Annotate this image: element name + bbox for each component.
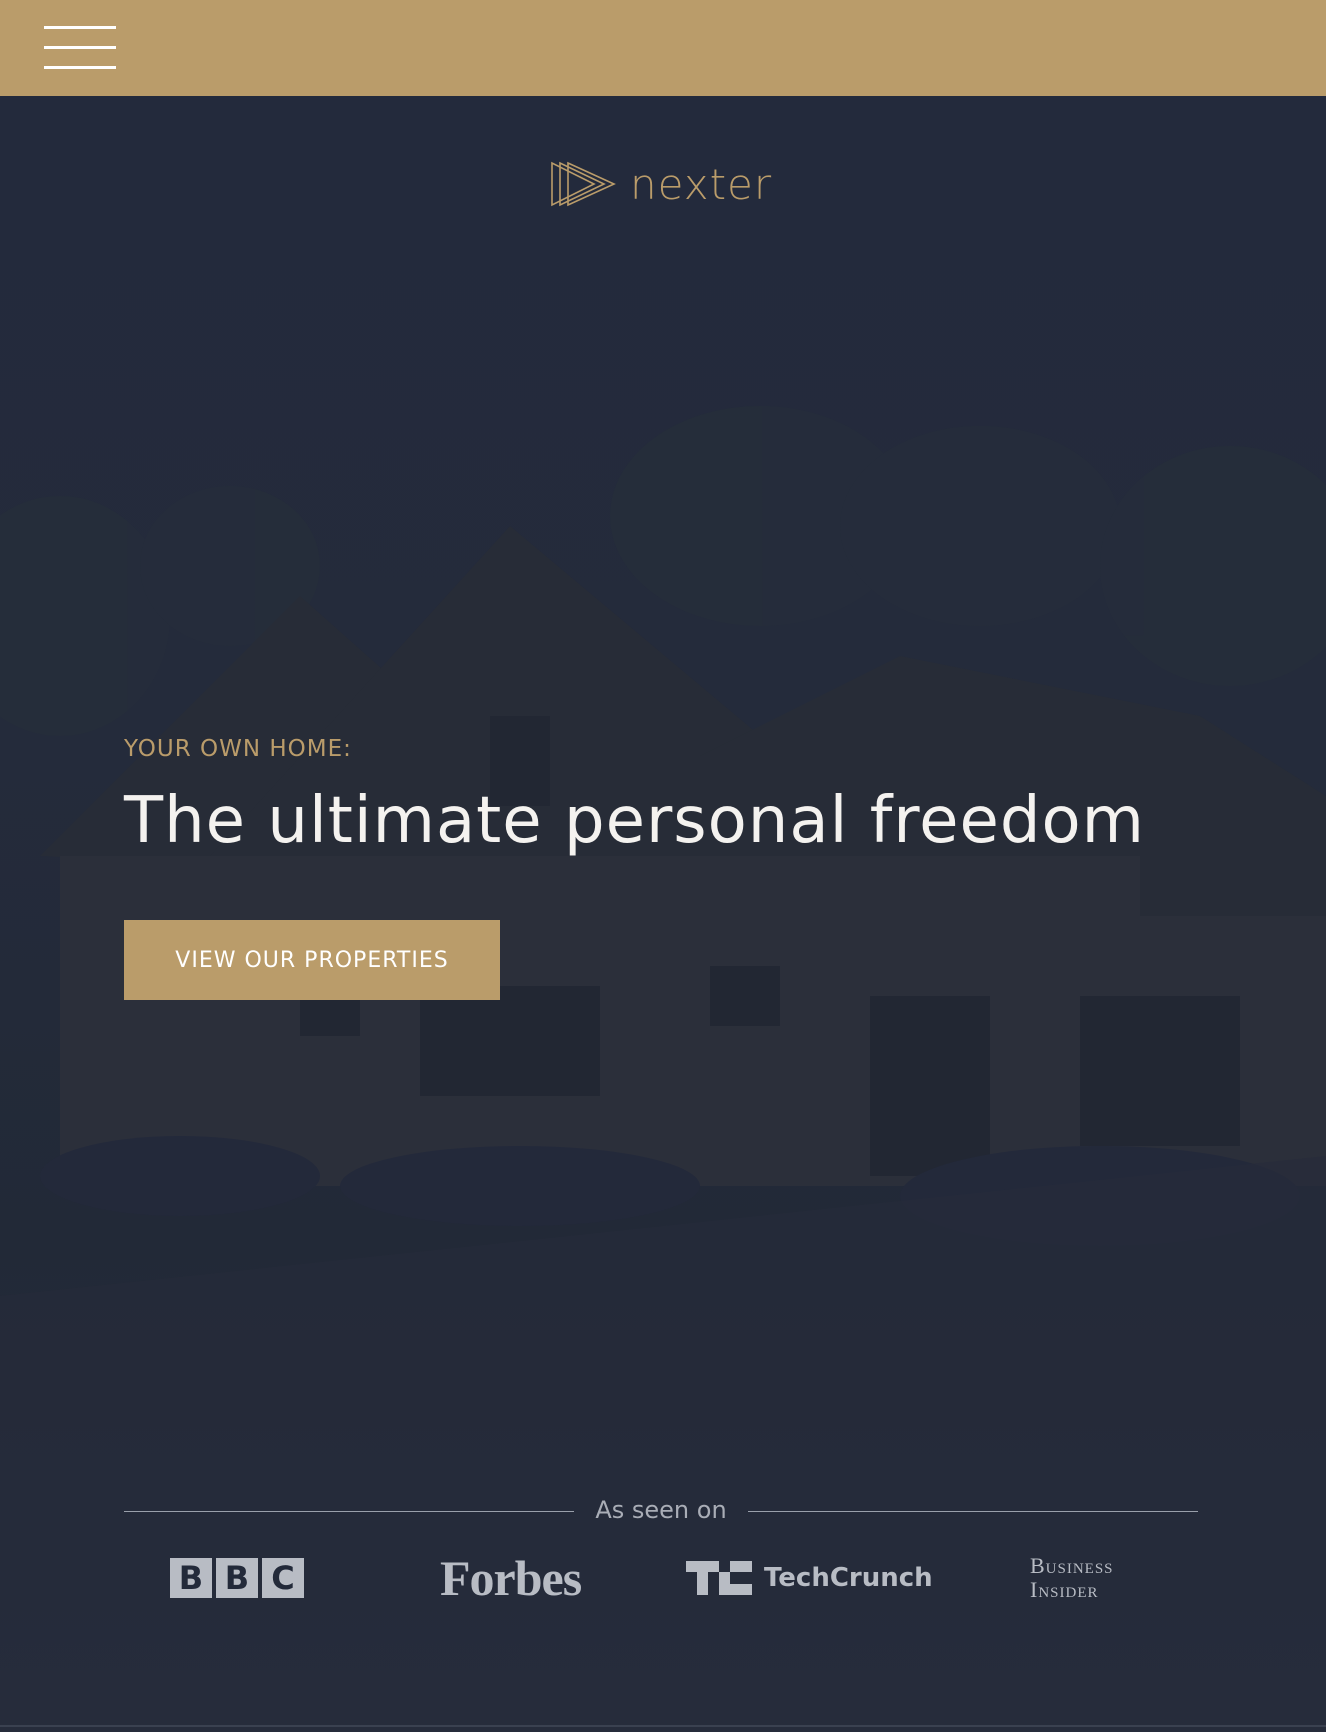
view-properties-button[interactable]: VIEW OUR PROPERTIES — [124, 920, 500, 1000]
menu-bar-line — [44, 26, 116, 29]
bbc-letter: B — [170, 1558, 212, 1598]
divider-line — [748, 1511, 1198, 1512]
triple-triangle-play-icon — [551, 161, 616, 207]
hamburger-menu-icon[interactable] — [44, 26, 116, 70]
divider-line — [124, 1511, 574, 1512]
bbc-logo: B B C — [170, 1548, 308, 1608]
bbc-letter: C — [262, 1558, 304, 1598]
as-seen-on-heading: As seen on — [595, 1496, 727, 1524]
techcrunch-mark-icon — [686, 1561, 752, 1595]
menu-bar-line — [44, 66, 116, 69]
as-seen-on-divider: As seen on — [124, 1496, 1198, 1526]
bottom-divider — [0, 1725, 1326, 1727]
top-bar — [0, 0, 1326, 96]
hero-eyebrow: YOUR OWN HOME: — [124, 736, 352, 762]
techcrunch-logo: TechCrunch — [686, 1548, 933, 1608]
forbes-logo: Forbes — [440, 1550, 582, 1606]
brand-logo[interactable]: nexter — [550, 156, 772, 212]
business-insider-line: Insider — [1030, 1577, 1099, 1602]
business-insider-line: Business — [1030, 1553, 1114, 1578]
bbc-letter: B — [216, 1558, 258, 1598]
techcrunch-wordmark: TechCrunch — [764, 1563, 933, 1593]
logo-text: nexter — [630, 159, 773, 209]
business-insider-logo: Business Insider — [1030, 1548, 1114, 1608]
hero-headline: The ultimate personal freedom — [124, 784, 1145, 858]
hero-section: nexter YOUR OWN HOME: The ultimate perso… — [0, 96, 1326, 1732]
house-background-image — [0, 406, 1326, 1732]
menu-bar-line — [44, 46, 116, 49]
